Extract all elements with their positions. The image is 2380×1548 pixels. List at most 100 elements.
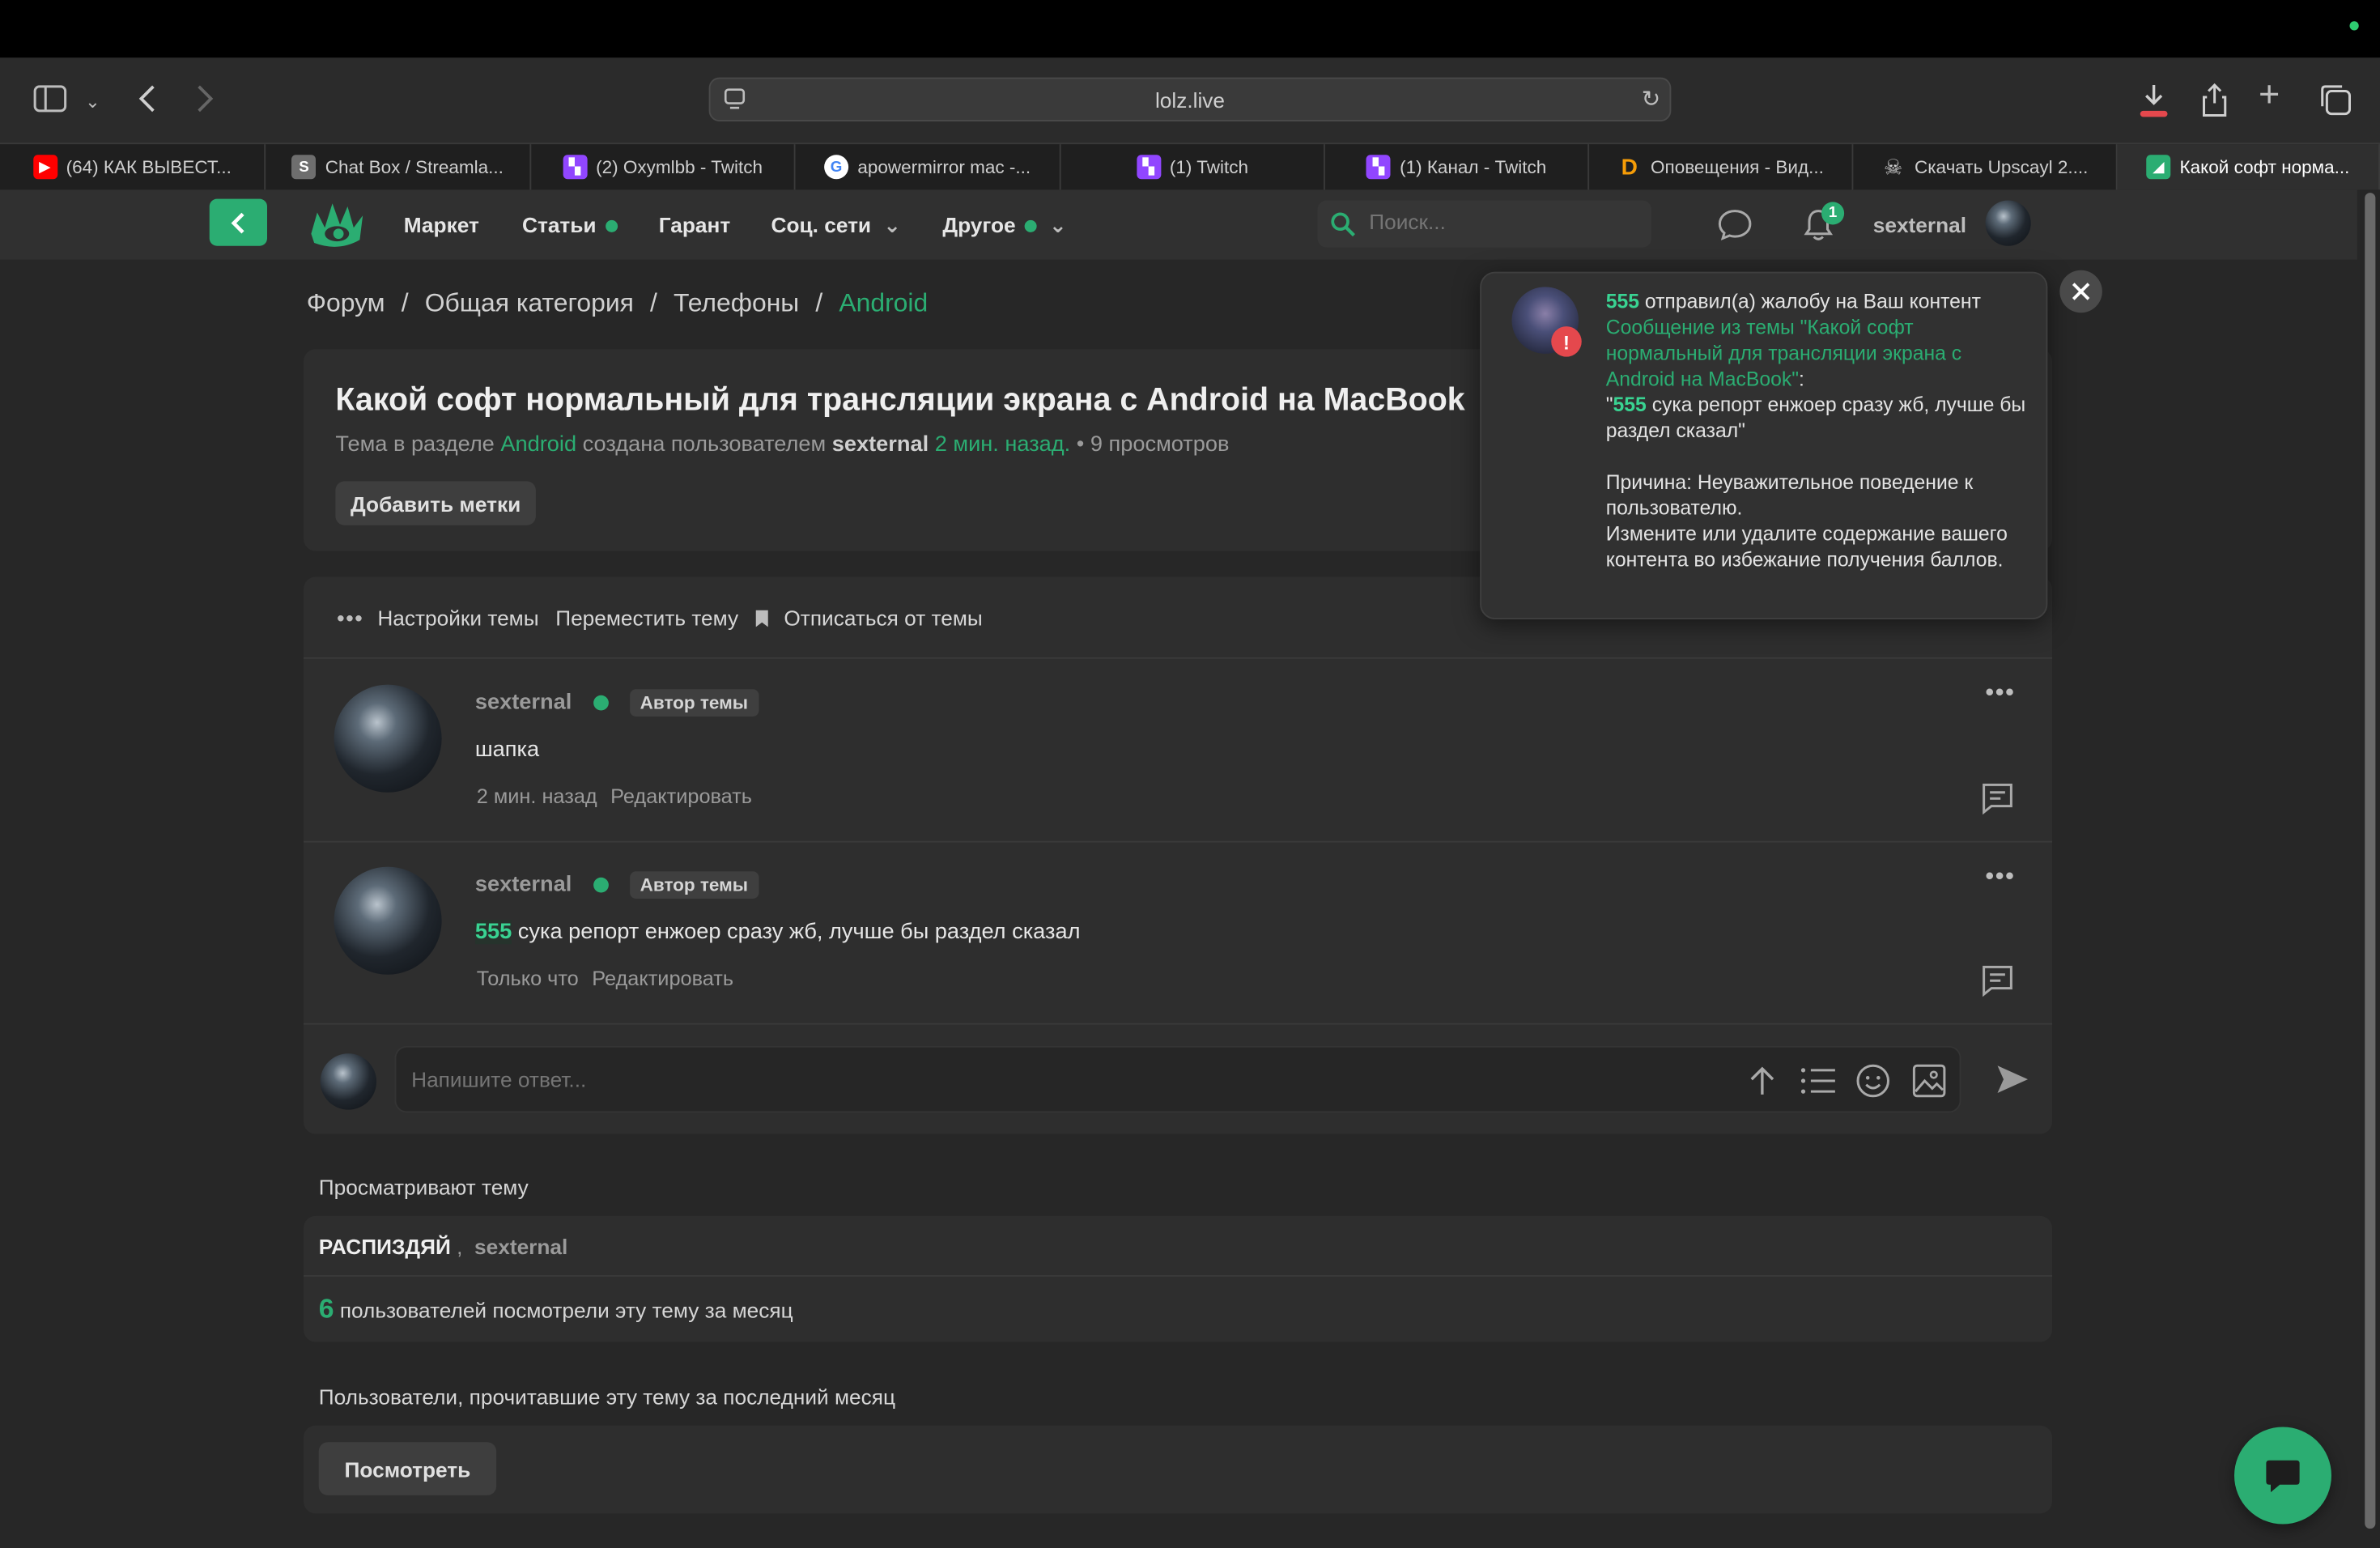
viewer-user[interactable]: sexternal [474, 1234, 567, 1258]
scrollbar-thumb[interactable] [2365, 193, 2376, 1529]
share-icon[interactable] [2199, 82, 2230, 125]
nav-other-label: Другое [942, 212, 1016, 237]
reply-quote-icon[interactable] [1979, 963, 2016, 1006]
search-box[interactable] [1317, 200, 1651, 248]
monthly-views: 6 пользователей посмотрели эту тему за м… [319, 1294, 793, 1325]
back-icon[interactable] [137, 82, 158, 121]
header-username[interactable]: sexternal [1873, 213, 1966, 237]
tab-lolz-active[interactable]: ◢ Какой софт норма... [2117, 144, 2380, 190]
meta-author-link[interactable]: sexternal [832, 432, 929, 457]
notification-popup[interactable]: ! 555 отправил(а) жалобу на Ваш контент … [1480, 271, 2048, 619]
downloads-icon[interactable] [2137, 82, 2170, 125]
post-author[interactable]: sexternal [475, 691, 572, 715]
close-notification-button[interactable] [2059, 270, 2102, 313]
tab-streamlabs[interactable]: S Chat Box / Streamla... [266, 144, 532, 190]
page-scrollbar[interactable] [2360, 189, 2380, 1548]
tab-twitch-channel[interactable]: ▚ (1) Канал - Twitch [1325, 144, 1590, 190]
more-dots-icon: ••• [337, 606, 364, 631]
move-thread-link[interactable]: Переместить тему [555, 606, 738, 630]
tab-bar: ▶ (64) КАК ВЫВЕСТ... S Chat Box / Stream… [0, 142, 2380, 190]
new-tab-icon[interactable]: + [2259, 77, 2280, 113]
tab-donationalerts[interactable]: D Оповещения - Вид... [1589, 144, 1854, 190]
reply-input[interactable] [411, 1067, 1702, 1092]
edit-link[interactable]: Редактировать [592, 967, 733, 989]
alert-icon: ! [1551, 326, 1582, 357]
post-footer: 2 мин. назад Редактировать [477, 785, 752, 807]
reply-editor[interactable] [394, 1045, 1961, 1113]
upload-icon[interactable] [1747, 1064, 1778, 1105]
browser-toolbar: ⌄ lolz.live ↻ + [0, 57, 2380, 143]
site-logo[interactable] [308, 198, 366, 257]
post-item: sexternal Автор темы шапка 2 мин. назад … [304, 659, 2052, 841]
tab-google[interactable]: G apowermirror mac -... [796, 144, 1061, 190]
menu-bar [0, 0, 2380, 58]
header-avatar[interactable] [1985, 200, 2031, 246]
send-icon[interactable] [1995, 1061, 2031, 1105]
notif-colon: : [1798, 367, 1804, 390]
tab-overview-icon[interactable] [2319, 83, 2352, 123]
donationalerts-icon: D [1621, 154, 1638, 181]
nav-garant[interactable]: Гарант [659, 213, 731, 237]
thread-settings-link[interactable]: Настройки темы [377, 606, 538, 630]
tab-upscayl[interactable]: ☠ Скачать Upscayl 2.... [1853, 144, 2118, 190]
reply-avatar [320, 1053, 376, 1110]
monthly-views-text: пользователей посмотрели эту тему за мес… [339, 1298, 793, 1323]
image-icon[interactable] [1911, 1063, 1948, 1107]
post-author[interactable]: sexternal [475, 873, 572, 897]
breadcrumb-phones[interactable]: Телефоны [674, 288, 799, 317]
reply-quote-icon[interactable] [1979, 780, 2016, 824]
address-bar[interactable]: lolz.live ↻ [708, 77, 1672, 121]
view-readers-button[interactable]: Посмотреть [318, 1442, 497, 1495]
tab-label: Какой софт норма... [2179, 156, 2350, 178]
viewer-user[interactable]: РАСПИЗДЯЙ [319, 1234, 451, 1258]
nav-other[interactable]: Другое ⌄ [942, 213, 1066, 239]
tab-twitch-oxymlbb[interactable]: ▚ (2) Oxymlbb - Twitch [531, 144, 796, 190]
forward-icon[interactable] [194, 82, 215, 121]
post-avatar[interactable] [334, 684, 442, 793]
user-mention[interactable]: 555 [474, 920, 512, 945]
post-avatar[interactable] [334, 866, 442, 975]
list-icon[interactable] [1800, 1065, 1837, 1104]
tab-twitch[interactable]: ▚ (1) Twitch [1061, 144, 1325, 190]
meta-section-link[interactable]: Android [500, 432, 576, 457]
notif-quote-user[interactable]: 555 [1613, 393, 1647, 416]
breadcrumb-current[interactable]: Android [839, 288, 928, 317]
post-time[interactable]: 2 мин. назад [477, 785, 597, 807]
twitch-icon: ▚ [1136, 155, 1161, 180]
nav-market[interactable]: Маркет [404, 213, 479, 237]
add-tags-button[interactable]: Добавить метки [335, 481, 536, 525]
reload-icon[interactable]: ↻ [1642, 85, 1661, 116]
edit-link[interactable]: Редактировать [610, 785, 752, 807]
notif-reason: Причина: Неуважительное поведение к поль… [1605, 470, 1974, 520]
post-header: sexternal Автор темы [475, 689, 759, 717]
emoji-icon[interactable] [1855, 1063, 1891, 1107]
post-menu-icon[interactable]: ••• [1986, 864, 2016, 891]
close-icon [2072, 283, 2090, 300]
chevron-down-icon[interactable]: ⌄ [85, 87, 100, 117]
search-icon [1331, 212, 1355, 237]
tab-label: (1) Канал - Twitch [1400, 156, 1547, 178]
sidebar-toggle-icon[interactable] [33, 85, 67, 118]
readers-card: Посмотреть [304, 1425, 2052, 1514]
post-time[interactable]: Только что [477, 967, 579, 989]
bookmark-icon [756, 609, 769, 627]
notif-user[interactable]: 555 [1606, 290, 1639, 313]
status-dot-icon [2349, 21, 2359, 31]
breadcrumb-forum[interactable]: Форум [307, 288, 385, 317]
back-button[interactable] [209, 198, 267, 246]
breadcrumb-general[interactable]: Общая категория [425, 288, 634, 317]
notif-content-link[interactable]: Сообщение из темы "Какой софт нормальный… [1606, 316, 1961, 390]
nav-social[interactable]: Соц. сети ⌄ [771, 213, 902, 239]
search-input[interactable] [1369, 209, 1643, 234]
breadcrumb-sep: / [650, 288, 657, 317]
conversations-icon[interactable] [1717, 208, 1753, 249]
notification-line: 555 отправил(а) жалобу на Ваш контент [1606, 288, 2031, 314]
nav-articles[interactable]: Статьи [522, 213, 618, 237]
tab-youtube[interactable]: ▶ (64) КАК ВЫВЕСТ... [0, 144, 266, 190]
chat-button[interactable] [2234, 1427, 2331, 1525]
viewers-heading: Просматривают тему [318, 1175, 529, 1200]
post-menu-icon[interactable]: ••• [1986, 680, 2016, 708]
meta-time: 2 мин. назад. [934, 432, 1071, 457]
unsubscribe-link[interactable]: Отписаться от темы [784, 606, 982, 630]
google-icon: G [824, 155, 849, 180]
